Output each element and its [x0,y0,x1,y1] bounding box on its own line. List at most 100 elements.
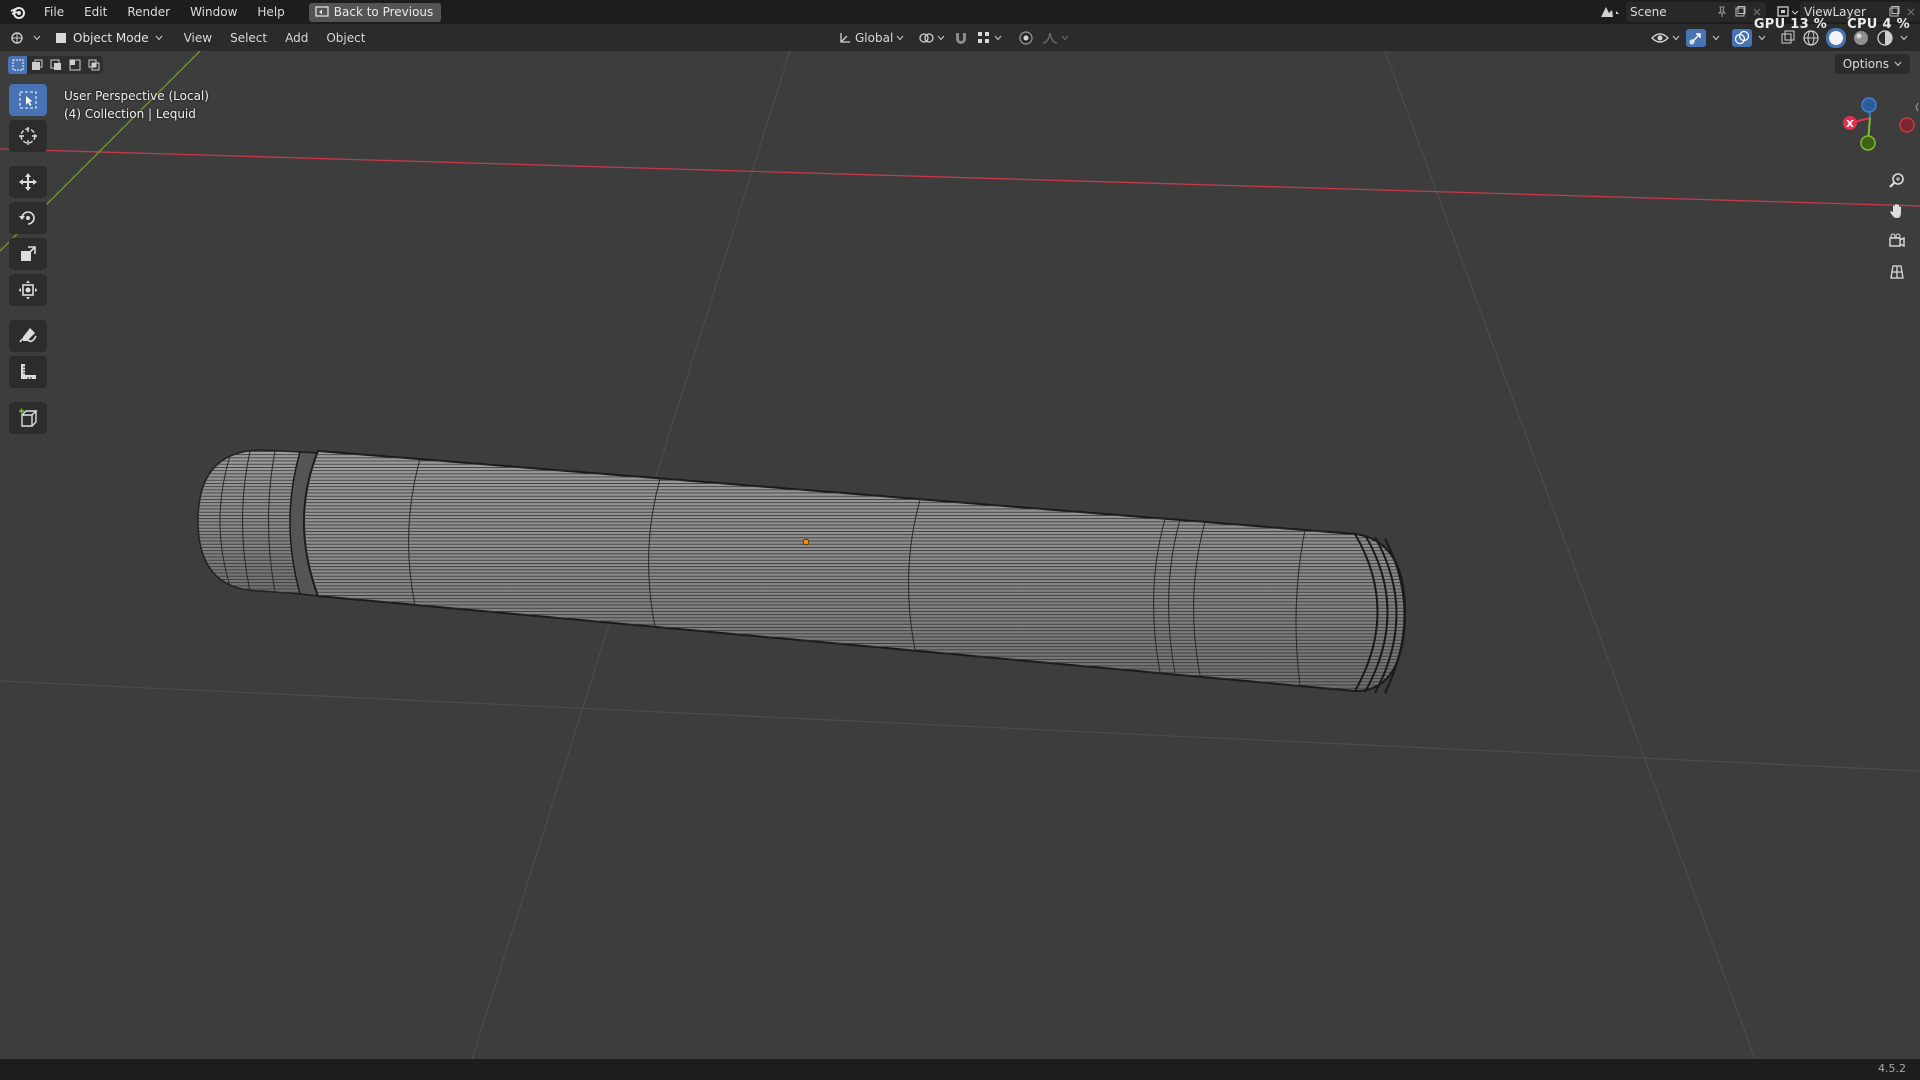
pivot-point-dropdown[interactable] [918,31,945,45]
cursor-tool[interactable] [9,120,47,152]
transform-orientation-dropdown[interactable]: Global [838,31,904,45]
cursor-crosshair-icon [19,127,37,145]
overlays-icon [1734,30,1750,44]
menu-object[interactable]: Object [317,31,374,45]
object-mode-dropdown[interactable]: Object Mode [49,27,169,48]
options-label: Options [1842,57,1889,71]
menu-select[interactable]: Select [221,31,276,45]
viewport-header: Object Mode View Select Add Object Globa… [0,24,1920,51]
gpu-usage: GPU 13 % [1753,17,1828,32]
gizmo-toggle[interactable] [1686,28,1706,47]
rotate-icon [19,211,35,225]
gizmo-arrow-icon [1689,32,1701,44]
object-origin [802,538,810,546]
scale-tool[interactable] [9,238,47,270]
new-scene-icon[interactable] [1734,6,1746,18]
menu-edit[interactable]: Edit [74,0,117,24]
chevron-down-icon [1894,61,1902,67]
neg-y-axis-handle[interactable] [1860,135,1876,151]
rotate-tool[interactable] [9,202,47,234]
camera-icon [1889,233,1905,248]
object-mode-icon [56,32,66,43]
camera-view-button[interactable] [1884,229,1910,253]
select-extend-mode-button[interactable] [27,56,46,74]
add-cube-icon [19,408,38,427]
falloff-curve-icon [1043,32,1058,44]
select-extend-icon [31,59,42,70]
pin-icon[interactable] [1716,6,1728,18]
scene-selector[interactable]: Scene [1626,2,1766,22]
menu-view[interactable]: View [175,31,221,45]
viewport-scene[interactable] [0,51,1920,1059]
snap-magnet-icon[interactable] [953,30,969,46]
select-intersect-icon [88,59,99,71]
collection-label: (4) Collection | Lequid [64,107,196,121]
selection-mode-group [8,56,103,74]
grid-line [0,680,1920,772]
top-menu-bar: File Edit Render Window Help Back to Pre… [0,0,1920,24]
chevron-down-icon [33,35,41,40]
menu-help[interactable]: Help [247,0,294,24]
measure-tool[interactable] [9,356,47,388]
snap-grid-icon [978,31,990,43]
select-subtract-icon [50,59,61,70]
transform-tool[interactable] [9,274,47,306]
menu-window[interactable]: Window [180,0,247,24]
object-visibility-dropdown[interactable] [1651,31,1680,45]
move-arrows-icon [19,173,37,191]
editor-type-button[interactable] [10,30,41,46]
scene-type-icon[interactable] [1598,4,1622,20]
navigation-gizmo[interactable]: X [1830,91,1920,161]
annotate-tool[interactable] [9,320,47,352]
transform-tools-group: Global [838,24,1069,51]
chevron-down-icon[interactable] [1900,35,1908,41]
toggle-perspective-button[interactable] [1884,259,1910,283]
navigation-controls [1884,169,1910,283]
measure-ruler-icon [21,364,36,379]
select-subtract-mode-button[interactable] [46,56,65,74]
overlays-toggle[interactable] [1732,28,1752,47]
resource-monitor: GPU 13 % CPU 4 % [1754,17,1910,32]
select-invert-mode-button[interactable] [65,56,84,74]
neg-x-axis-handle[interactable] [1899,117,1915,133]
select-invert-icon [69,59,80,71]
move-tool[interactable] [9,166,47,198]
select-new-mode-button[interactable] [8,56,27,74]
chevron-down-icon [1672,35,1680,40]
scene-name: Scene [1630,5,1667,19]
z-axis-handle[interactable] [1861,97,1877,113]
back-screen-icon [315,6,329,17]
blender-logo-icon[interactable] [10,4,26,20]
select-intersect-mode-button[interactable] [84,56,103,74]
proportional-falloff-dropdown[interactable] [1042,31,1069,45]
perspective-label: User Perspective (Local) [64,89,209,103]
options-dropdown[interactable]: Options [1834,54,1910,74]
proportional-editing-icon[interactable] [1018,30,1034,46]
transform-icon [18,280,38,300]
tool-shelf [8,84,48,434]
chevron-down-icon [937,35,945,40]
grid-line [1384,51,1756,1059]
select-box-tool[interactable] [9,84,47,116]
menu-file[interactable]: File [34,0,74,24]
pan-view-button[interactable] [1884,199,1910,223]
zoom-magnifier-icon [1889,173,1904,188]
back-to-previous-button[interactable]: Back to Previous [308,2,442,22]
close-view-layer-icon[interactable] [1906,7,1916,17]
add-cube-tool[interactable] [9,402,47,434]
chevron-down-icon [155,35,162,40]
close-scene-icon[interactable] [1752,7,1762,17]
back-to-previous-label: Back to Previous [333,5,434,19]
menu-add[interactable]: Add [276,31,317,45]
version-label: 4.5.2 [1878,1062,1906,1075]
chevron-down-icon[interactable] [1712,35,1720,41]
menu-render[interactable]: Render [117,0,180,24]
chevron-down-icon[interactable] [1758,35,1766,41]
cylinder-mesh[interactable] [197,449,1407,694]
3d-viewport[interactable]: User Perspective (Local) (4) Collection … [0,51,1920,1059]
hand-icon [1890,204,1901,218]
snap-target-dropdown[interactable] [977,31,1002,45]
annotate-pencil-icon [19,328,37,343]
zoom-view-button[interactable] [1884,169,1910,193]
chevron-down-icon [896,35,904,40]
